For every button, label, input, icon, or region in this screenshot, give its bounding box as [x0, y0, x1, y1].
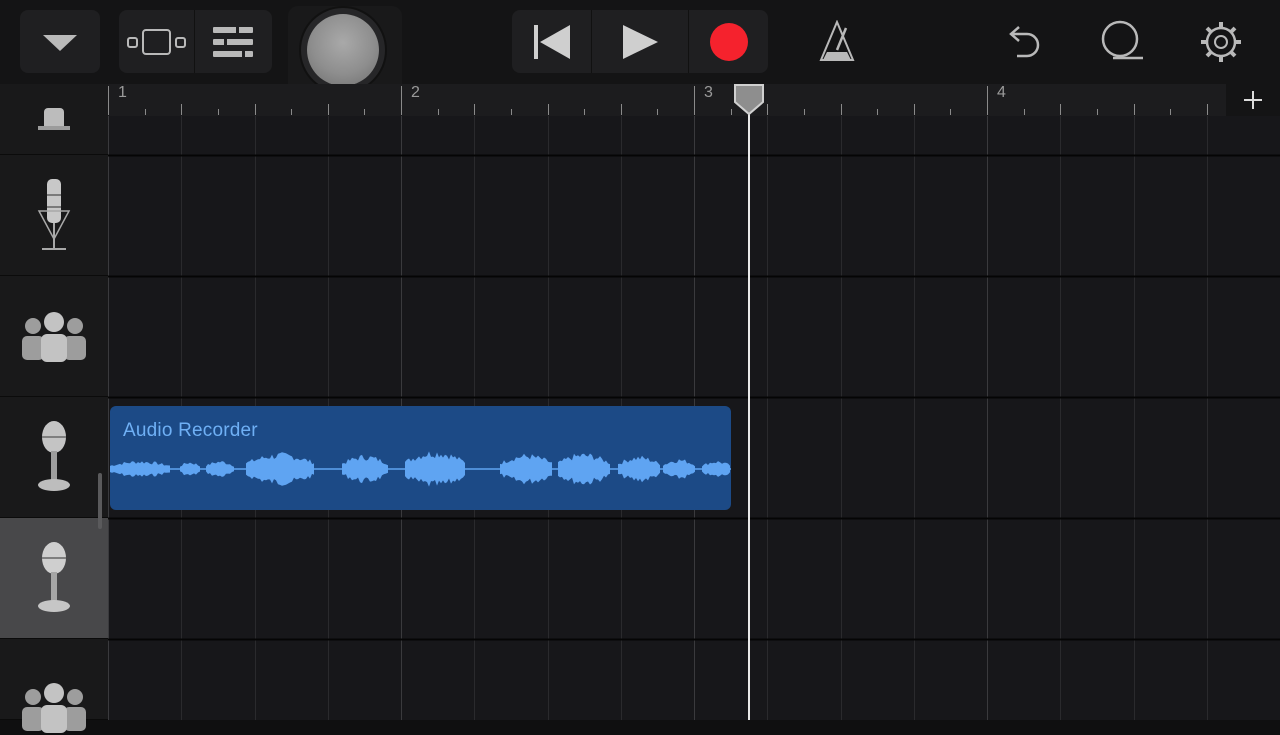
audio-waveform — [110, 451, 731, 487]
undo-button[interactable] — [988, 10, 1058, 73]
tracks-view-icon — [126, 28, 186, 55]
waveform-segment — [702, 461, 730, 477]
record-button[interactable] — [689, 10, 768, 73]
track-header-6[interactable] — [0, 639, 108, 733]
waveform-segment — [206, 461, 234, 477]
vertical-scroll-indicator[interactable] — [98, 473, 102, 529]
waveform-segment — [342, 454, 388, 484]
tracks-area[interactable]: Audio Recorder — [108, 116, 1280, 720]
chevron-down-icon — [43, 34, 77, 51]
waveform-segment — [180, 462, 200, 476]
bar-label-4: 4 — [997, 84, 1006, 101]
microphone-icon — [38, 108, 70, 130]
gear-icon — [1201, 21, 1241, 62]
condenser-mic-icon — [37, 179, 71, 250]
group-icon — [22, 312, 86, 362]
settings-button[interactable] — [1186, 10, 1256, 73]
group-icon — [22, 683, 86, 733]
metronome-button[interactable] — [802, 10, 872, 73]
play-button[interactable] — [592, 10, 689, 73]
plus-icon — [1244, 91, 1262, 109]
track-headers — [0, 84, 108, 733]
playhead-line[interactable] — [748, 100, 750, 720]
waveform-segment — [246, 452, 314, 486]
microphone-icon — [38, 542, 70, 612]
waveform-segment — [558, 453, 610, 485]
waveform-segment — [405, 451, 465, 487]
track-header-1[interactable] — [0, 84, 108, 155]
view-buttons-group — [119, 10, 272, 73]
waveform-segment — [110, 461, 170, 477]
waveform-segment — [663, 459, 695, 479]
undo-icon — [1009, 25, 1040, 57]
loop-icon — [1101, 20, 1143, 59]
record-icon — [709, 22, 748, 61]
bar-label-2: 2 — [411, 84, 420, 101]
add-section-button[interactable] — [1226, 84, 1280, 116]
track-header-3[interactable] — [0, 276, 108, 397]
bar-label-1: 1 — [118, 84, 127, 101]
microphone-icon — [38, 421, 70, 491]
knob-icon — [307, 14, 379, 86]
track-header-4[interactable] — [0, 397, 108, 518]
audio-region[interactable]: Audio Recorder — [110, 406, 731, 510]
track-header-5[interactable] — [0, 518, 108, 639]
metronome-icon — [819, 19, 855, 61]
tracks-view-button[interactable] — [119, 10, 195, 73]
waveform-segment — [618, 455, 660, 483]
timeline-ruler[interactable]: 1 2 3 4 — [108, 84, 1280, 116]
ruler-ticks — [108, 86, 1208, 115]
transport-controls — [512, 10, 768, 73]
smart-controls-icon — [212, 26, 253, 57]
track-header-2[interactable] — [0, 155, 108, 276]
loop-browser-button[interactable] — [1087, 10, 1157, 73]
play-icon — [623, 24, 658, 59]
go-to-beginning-button[interactable] — [512, 10, 592, 73]
smart-controls-button[interactable] — [195, 10, 272, 73]
control-bar — [0, 0, 1280, 102]
browser-dropdown-button[interactable] — [20, 10, 100, 73]
playhead-handle[interactable] — [733, 84, 765, 116]
bar-label-3: 3 — [704, 84, 713, 101]
waveform-segment — [500, 453, 552, 485]
skip-back-icon — [533, 24, 570, 59]
